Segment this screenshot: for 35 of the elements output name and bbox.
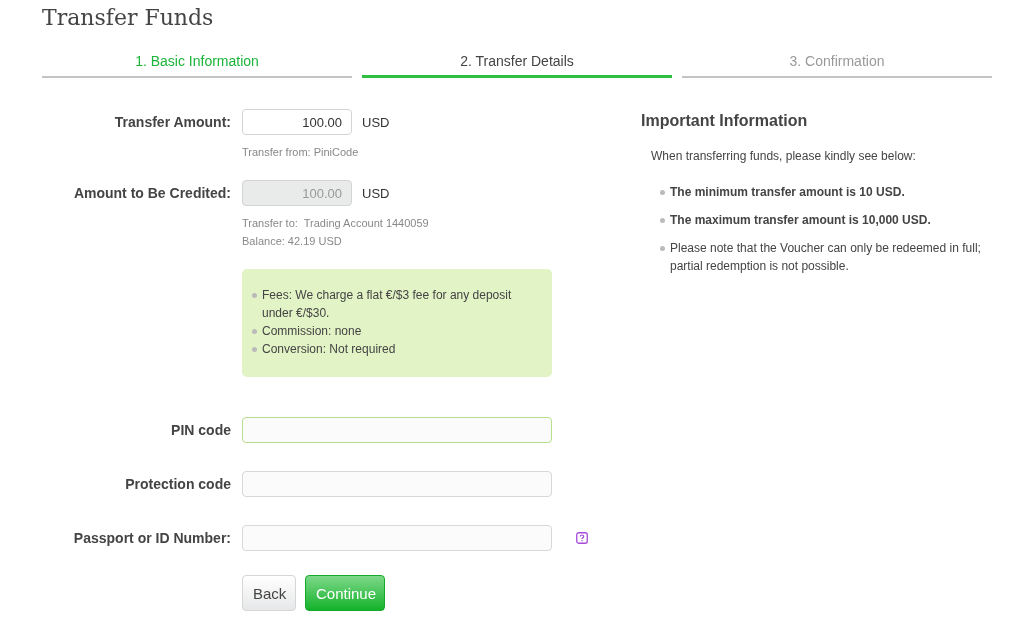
bullet-icon [660,246,665,251]
hint-text: Transfer from: PiniCode [242,145,360,160]
fee-note: Commission: none [262,323,362,340]
field-label: Amount to Be Credited: [72,184,231,203]
bullet-icon [660,218,665,223]
field-label: Passport or ID Number: [72,529,231,548]
currency-label: USD [362,114,390,130]
fee-note: Fees: We charge a flat €/$3 fee for any deposit under €/$30. [262,287,513,322]
continue-button[interactable]: Continue [305,575,385,611]
bullet-icon [252,293,257,298]
info-text: When transferring funds, please kindly see below: [651,149,917,163]
bullet-icon [252,329,257,334]
hint-text: Transfer to: Trading Account 1440059 [242,216,430,231]
info-title: Important Information [641,112,809,130]
step-tab[interactable]: 2. Transfer Details [362,47,672,78]
input-field[interactable] [242,417,552,443]
amount-field[interactable]: 100.00 [242,109,352,135]
input-field[interactable] [242,525,552,551]
input-field[interactable] [242,471,552,497]
step-tab[interactable]: 1. Basic Information [42,47,352,78]
fee-note: Conversion: Not required [262,341,396,358]
currency-label: USD [362,185,390,201]
hint-text: Balance: 42.19 USD [242,234,343,249]
help-icon[interactable] [576,532,588,544]
bullet-icon [252,347,257,352]
field-label: Transfer Amount: [113,113,231,132]
info-note: The maximum transfer amount is 10,000 USD. [670,212,931,229]
bullet-icon [660,190,665,195]
info-note: The minimum transfer amount is 10 USD. [670,184,905,201]
back-button[interactable]: Back [242,575,296,611]
field-label: PIN code [170,421,231,440]
info-note: Please note that the Voucher can only be redeemed in full; partial redemption is not possible. [670,240,982,275]
page-title: Transfer Funds [42,4,215,32]
field-label: Protection code [124,475,231,494]
step-tab[interactable]: 3. Confirmation [682,47,992,78]
